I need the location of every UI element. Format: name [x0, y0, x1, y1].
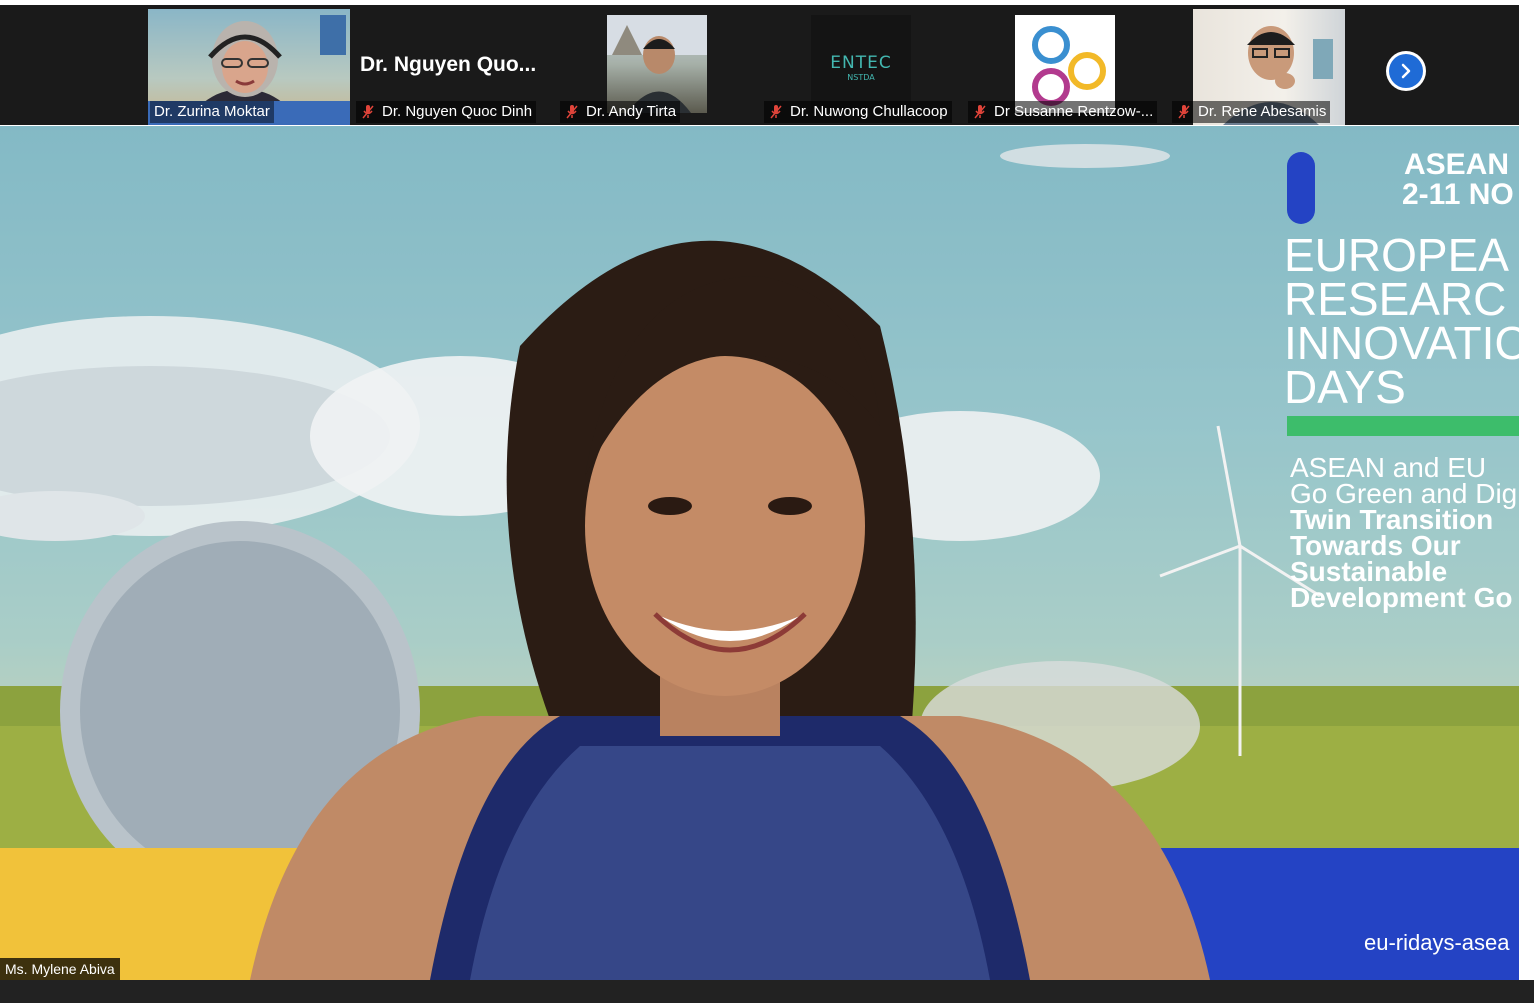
participant-name-label: Dr. Andy Tirta [560, 101, 681, 123]
participant-name-label: Dr. Nuwong Chullacoop [764, 101, 952, 123]
participant-name: Dr. Andy Tirta [586, 103, 677, 120]
person-avatar [607, 15, 707, 113]
chevron-right-icon [1401, 63, 1411, 79]
rings-logo [1032, 26, 1106, 106]
zoom-meeting-window: Dr. Zurina Moktar Dr. Nguyen Quo... Dr. … [0, 0, 1534, 1003]
participant-video [1015, 15, 1115, 113]
mic-muted-icon [1178, 105, 1190, 119]
bottom-bar [0, 980, 1534, 1003]
mic-muted-icon [770, 105, 782, 119]
next-page-button-inner [1389, 54, 1423, 88]
participant-name-label: Dr. Rene Abesamis [1172, 101, 1331, 123]
participant-tile[interactable]: Dr Susanne Rentzow-... [964, 9, 1166, 125]
participant-tile[interactable]: Dr. Nguyen Quo... Dr. Nguyen Quoc Dinh [352, 9, 554, 125]
participant-name: Dr Susanne Rentzow-... [994, 103, 1154, 120]
mic-muted-icon [362, 105, 374, 119]
participant-tile[interactable]: Dr. Rene Abesamis [1168, 9, 1370, 125]
logo-subtext: NSTDA [847, 73, 875, 82]
participant-name-label: Dr. Zurina Moktar [150, 101, 274, 123]
participant-display-name: Dr. Nguyen Quo... [360, 53, 537, 76]
logo-text: ENTEC [830, 53, 892, 73]
next-page-button[interactable] [1386, 51, 1426, 91]
participant-tile[interactable]: Dr. Zurina Moktar [148, 9, 350, 125]
participant-tile[interactable]: Dr. Andy Tirta [556, 9, 758, 125]
mic-muted-icon [974, 105, 986, 119]
participant-video: ENTEC NSTDA [811, 15, 911, 113]
active-speaker-video: ASEAN 2-11 NO EUROPEA RESEARC INNOVATIC … [0, 126, 1519, 980]
participant-name-label: Dr Susanne Rentzow-... [968, 101, 1158, 123]
mic-muted-icon [566, 105, 578, 119]
speaker-figure [250, 240, 1210, 980]
entec-logo: ENTEC NSTDA [811, 53, 911, 82]
participant-name: Dr. Zurina Moktar [154, 103, 270, 120]
participant-video [607, 15, 707, 113]
participant-name: Dr. Rene Abesamis [1198, 103, 1327, 120]
speaker-name-label: Ms. Mylene Abiva [0, 958, 120, 980]
participant-name: Dr. Nuwong Chullacoop [790, 103, 948, 120]
participant-strip: Dr. Zurina Moktar Dr. Nguyen Quo... Dr. … [0, 5, 1519, 125]
participant-name: Dr. Nguyen Quoc Dinh [382, 103, 533, 120]
participant-name-label: Dr. Nguyen Quoc Dinh [356, 101, 537, 123]
participant-tile[interactable]: ENTEC NSTDA Dr. Nuwong Chullacoop [760, 9, 962, 125]
